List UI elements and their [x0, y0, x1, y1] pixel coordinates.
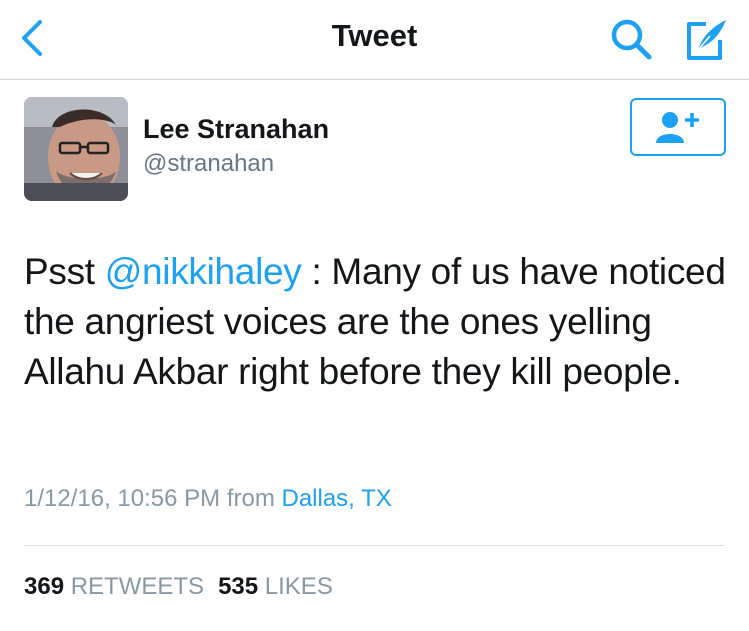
tweet-prefix: Psst	[24, 251, 105, 292]
retweets-label: RETWEETS	[70, 573, 205, 600]
navigation-bar: Tweet	[0, 0, 749, 80]
likes-count: 535	[218, 573, 259, 600]
mention-link[interactable]: @nikkihaley	[105, 251, 302, 292]
user-display-name[interactable]: Lee Stranahan	[143, 114, 329, 145]
retweets-count: 369	[24, 573, 65, 600]
follow-button[interactable]	[630, 98, 726, 156]
avatar-image	[24, 97, 128, 201]
avatar[interactable]	[24, 97, 128, 201]
timestamp: 1/12/16, 10:56 PM	[24, 485, 221, 512]
retweets-stat[interactable]: 369 RETWEETS	[24, 573, 204, 600]
likes-label: LIKES	[264, 573, 333, 600]
divider	[24, 545, 725, 546]
tweet-stats: 369 RETWEETS 535 LIKES	[24, 573, 333, 601]
tweet-text: Psst @nikkihaley : Many of us have notic…	[24, 247, 736, 397]
user-handle[interactable]: @stranahan	[143, 150, 274, 178]
search-icon[interactable]	[606, 14, 656, 64]
from-label: from	[226, 485, 275, 512]
tweet-meta: 1/12/16, 10:56 PM from Dallas, TX	[24, 485, 392, 513]
compose-icon[interactable]	[680, 14, 730, 64]
add-user-icon	[656, 112, 699, 143]
likes-stat[interactable]: 535 LIKES	[218, 573, 333, 600]
location-link[interactable]: Dallas, TX	[281, 485, 391, 512]
